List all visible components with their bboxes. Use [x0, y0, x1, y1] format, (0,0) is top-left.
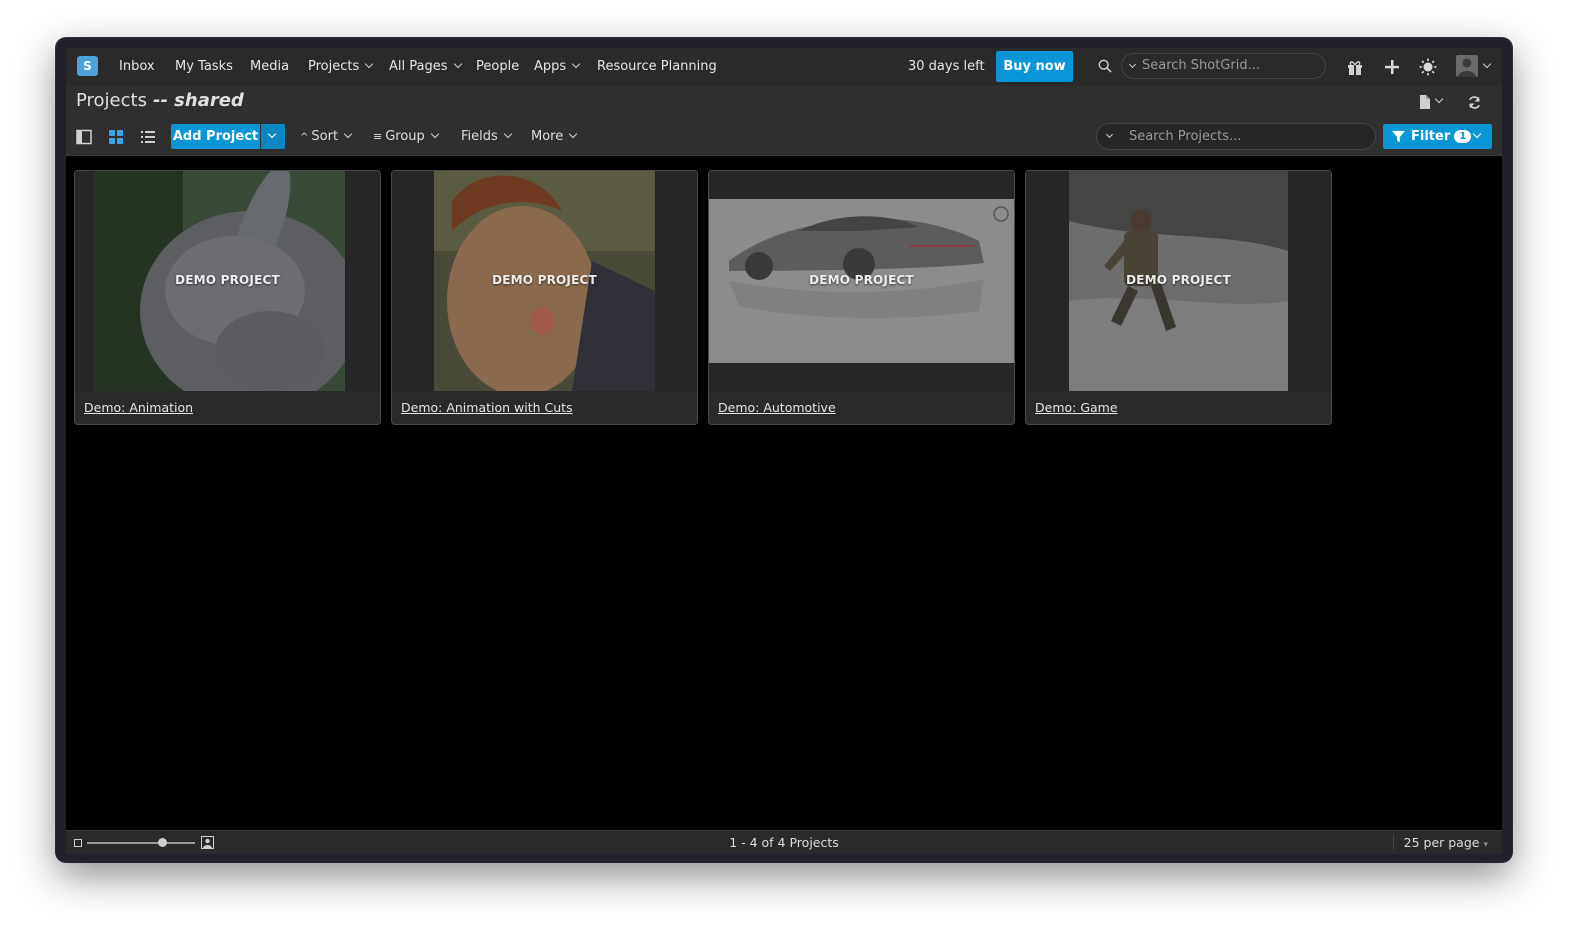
demo-project-overlay: DEMO PROJECT — [175, 273, 280, 287]
group-icon: ≡ — [373, 130, 383, 143]
detail-view-icon[interactable] — [76, 129, 92, 145]
project-card[interactable]: DEMO PROJECT Demo: Animation with Cuts — [391, 170, 698, 425]
filter-count-badge: 1 — [1454, 130, 1472, 143]
document-icon[interactable] — [1419, 95, 1431, 109]
project-thumbnail[interactable]: DEMO PROJECT — [392, 171, 697, 391]
plus-icon[interactable] — [1383, 58, 1401, 76]
chevron-down-icon — [343, 129, 353, 139]
chevron-down-icon — [1105, 130, 1114, 139]
nav-resource-planning[interactable]: Resource Planning — [597, 48, 717, 86]
project-card[interactable]: DEMO PROJECT Demo: Animation — [74, 170, 381, 425]
search-icon[interactable] — [1098, 59, 1112, 73]
nav-projects[interactable]: Projects — [308, 48, 374, 86]
project-search-input[interactable]: Search Projects... — [1096, 123, 1376, 150]
project-name-link[interactable]: Demo: Automotive — [718, 400, 836, 415]
add-project-dropdown[interactable] — [261, 124, 285, 149]
project-name-link[interactable]: Demo: Game — [1035, 400, 1118, 415]
grid-view-icon[interactable] — [108, 129, 124, 145]
chevron-down-icon — [503, 129, 513, 139]
footer-bar: 1 - 4 of 4 Projects 25 per page ▾ — [66, 830, 1502, 854]
chevron-down-icon — [453, 59, 462, 69]
chevron-down-icon[interactable] — [1434, 94, 1444, 104]
project-name-link[interactable]: Demo: Animation — [84, 400, 193, 415]
shotgrid-app: S Inbox My Tasks Media Projects All Page… — [66, 48, 1502, 854]
demo-project-overlay: DEMO PROJECT — [492, 273, 597, 287]
page-subtitle: -- shared — [152, 90, 244, 111]
toolbar: Add Project ^ Sort ≡ Group Fields More Sea… — [66, 120, 1502, 156]
more-menu[interactable]: More — [531, 120, 578, 154]
page-header: Projects -- shared — [66, 86, 1502, 120]
global-search-input[interactable]: Search ShotGrid... — [1121, 53, 1326, 79]
sort-label: Sort — [311, 129, 339, 144]
project-thumbnail[interactable]: DEMO PROJECT — [1026, 171, 1331, 391]
top-nav: S Inbox My Tasks Media Projects All Page… — [66, 48, 1502, 86]
chevron-down-icon: ▾ — [1483, 840, 1488, 850]
chevron-down-icon — [1472, 129, 1482, 139]
demo-project-overlay: DEMO PROJECT — [809, 273, 914, 287]
per-page-select[interactable]: 25 per page ▾ — [1392, 835, 1488, 850]
chevron-down-icon — [430, 129, 440, 139]
group-label: Group — [385, 129, 425, 144]
pagination-summary: 1 - 4 of 4 Projects — [729, 835, 839, 850]
page-title-text: Projects — [76, 90, 147, 111]
global-search-placeholder: Search ShotGrid... — [1142, 58, 1261, 73]
project-search-placeholder: Search Projects... — [1129, 129, 1242, 144]
sort-menu[interactable]: ^ Sort — [300, 120, 353, 154]
project-name-link[interactable]: Demo: Animation with Cuts — [401, 400, 573, 415]
chevron-down-icon — [568, 129, 578, 139]
project-thumbnail[interactable]: DEMO PROJECT — [709, 171, 1014, 391]
buy-now-button[interactable]: Buy now — [996, 51, 1073, 82]
nav-people[interactable]: People — [476, 48, 519, 86]
gift-icon[interactable] — [1346, 58, 1364, 76]
refresh-icon[interactable] — [1467, 95, 1482, 110]
nav-apps-label: Apps — [534, 59, 567, 74]
nav-my-tasks[interactable]: My Tasks — [175, 48, 233, 86]
nav-all-pages-label: All Pages — [389, 59, 448, 74]
fields-label: Fields — [461, 129, 498, 144]
chevron-down-icon — [267, 129, 277, 139]
user-avatar[interactable] — [1456, 55, 1478, 77]
filter-icon — [1392, 130, 1405, 143]
chevron-down-icon — [365, 59, 374, 69]
project-card[interactable]: DEMO PROJECT Demo: Game — [1025, 170, 1332, 425]
nav-inbox[interactable]: Inbox — [119, 48, 155, 86]
chevron-down-icon — [571, 59, 581, 69]
chevron-down-icon — [1128, 60, 1137, 69]
shotgrid-logo-icon[interactable]: S — [77, 56, 98, 76]
filter-label-wrap: Filter 1 — [1411, 124, 1472, 149]
page-title: Projects -- shared — [76, 90, 244, 111]
project-thumbnail[interactable]: DEMO PROJECT — [75, 171, 380, 391]
chevron-down-icon[interactable] — [1482, 59, 1492, 69]
more-label: More — [531, 129, 564, 144]
user-icon — [1458, 58, 1476, 77]
sun-icon[interactable] — [1419, 58, 1437, 76]
demo-project-overlay: DEMO PROJECT — [1126, 273, 1231, 287]
per-page-label: 25 per page — [1403, 835, 1480, 850]
nav-all-pages[interactable]: All Pages — [389, 48, 462, 86]
nav-apps[interactable]: Apps — [534, 48, 581, 86]
group-menu[interactable]: ≡ Group — [373, 120, 440, 154]
project-card[interactable]: DEMO PROJECT Demo: Automotive — [708, 170, 1015, 425]
list-view-icon[interactable] — [140, 129, 156, 145]
filter-label: Filter — [1411, 129, 1451, 144]
add-project-button[interactable]: Add Project — [171, 124, 260, 149]
trial-days-left: 30 days left — [908, 59, 985, 74]
app-window: S Inbox My Tasks Media Projects All Page… — [56, 38, 1512, 862]
fields-menu[interactable]: Fields — [461, 120, 513, 154]
nav-projects-label: Projects — [308, 59, 360, 74]
sort-icon: ^ — [300, 132, 309, 143]
nav-media[interactable]: Media — [250, 48, 289, 86]
filter-button[interactable]: Filter 1 — [1383, 124, 1492, 149]
